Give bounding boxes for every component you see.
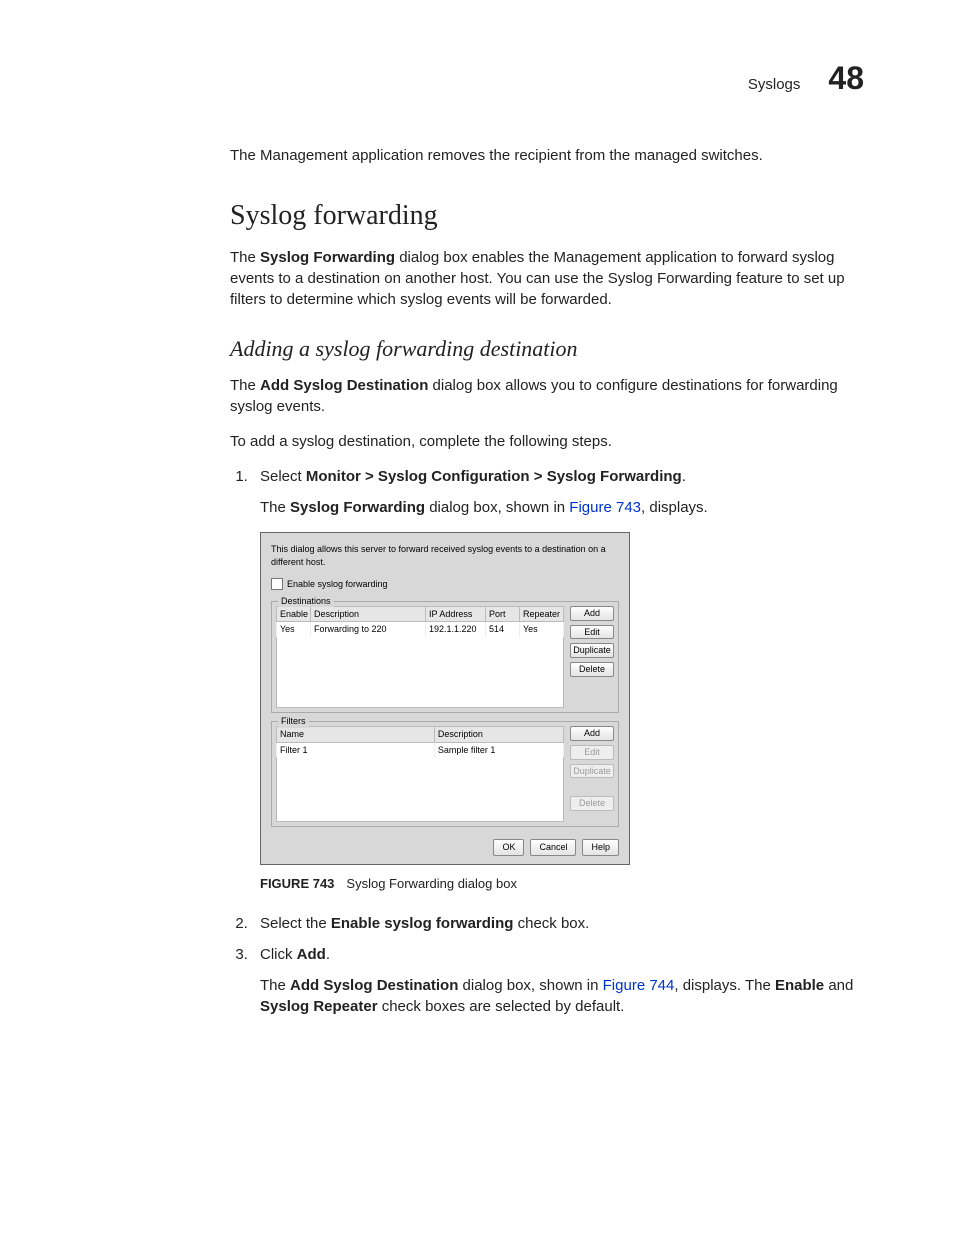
step-3-result: The Add Syslog Destination dialog box, s… [260,975,864,1017]
filters-group: Filters Name Description [271,721,619,827]
enable-syslog-forwarding-checkbox[interactable]: Enable syslog forwarding [271,578,619,591]
filter-duplicate-button: Duplicate [570,764,614,779]
filters-label: Filters [278,715,309,728]
paragraph-syslog-forwarding-desc: The Syslog Forwarding dialog box enables… [230,247,864,310]
intro-paragraph: The Management application removes the r… [230,145,864,166]
duplicate-button[interactable]: Duplicate [570,643,614,658]
header-chapter-number: 48 [828,60,864,97]
figure-title: Syslog Forwarding dialog box [346,876,517,891]
checkbox-icon [271,578,283,590]
menu-path: Monitor > Syslog Configuration > Syslog … [306,468,682,485]
term-enable-syslog-forwarding: Enable syslog forwarding [331,915,514,932]
edit-button[interactable]: Edit [570,625,614,640]
ok-button[interactable]: OK [493,839,524,856]
figure-caption-743: FIGURE 743 Syslog Forwarding dialog box [260,875,864,893]
step-1: Select Monitor > Syslog Configuration > … [252,466,864,893]
destinations-group: Destinations Enable Description IP Addre… [271,601,619,713]
link-figure-744[interactable]: Figure 744 [603,977,675,994]
heading-adding-destination: Adding a syslog forwarding destination [230,334,864,365]
step-2: Select the Enable syslog forwarding chec… [252,913,864,934]
paragraph-steps-intro: To add a syslog destination, complete th… [230,431,864,452]
cancel-button[interactable]: Cancel [530,839,576,856]
heading-syslog-forwarding: Syslog forwarding [230,196,864,235]
link-figure-743[interactable]: Figure 743 [569,499,641,516]
page-header: Syslogs 48 [90,60,864,97]
step-3: Click Add. The Add Syslog Destination di… [252,944,864,1017]
destinations-label: Destinations [278,595,334,608]
filters-table: Name Description Filter 1 Sample filter … [276,726,564,757]
paragraph-add-destination-desc: The Add Syslog Destination dialog box al… [230,375,864,417]
destinations-table-empty-area [276,637,564,708]
header-section: Syslogs [748,76,801,93]
term-add-syslog-destination: Add Syslog Destination [260,377,428,394]
dialog-description: This dialog allows this server to forwar… [271,543,619,568]
figure-label: FIGURE 743 [260,876,334,891]
table-header-row: Enable Description IP Address Port Repea… [277,606,564,622]
table-header-row: Name Description [277,726,564,742]
syslog-forwarding-dialog: This dialog allows this server to forwar… [260,532,630,865]
filter-add-button[interactable]: Add [570,726,614,741]
filter-delete-button: Delete [570,796,614,811]
enable-checkbox-label: Enable syslog forwarding [287,578,388,591]
table-row[interactable]: Filter 1 Sample filter 1 [277,742,564,757]
step-1-result: The Syslog Forwarding dialog box, shown … [260,497,864,518]
table-row[interactable]: Yes Forwarding to 220 192.1.1.220 514 Ye… [277,622,564,637]
destinations-table: Enable Description IP Address Port Repea… [276,606,564,637]
term-syslog-forwarding: Syslog Forwarding [260,249,395,266]
dialog-footer: OK Cancel Help [271,835,619,856]
delete-button[interactable]: Delete [570,662,614,677]
add-button[interactable]: Add [570,606,614,621]
filters-table-empty-area [276,757,564,822]
help-button[interactable]: Help [582,839,619,856]
filter-edit-button: Edit [570,745,614,760]
term-add: Add [297,946,326,963]
